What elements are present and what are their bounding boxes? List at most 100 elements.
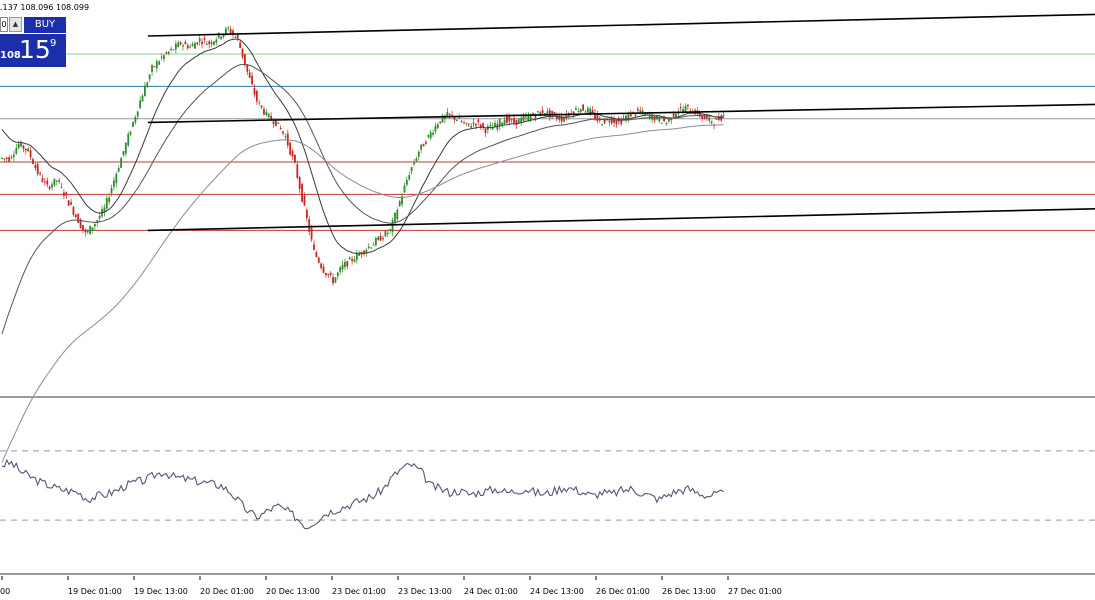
candle-body-248 xyxy=(591,110,594,112)
candle-body-165 xyxy=(394,212,396,222)
candle-body-279 xyxy=(665,122,668,124)
candle-body-142 xyxy=(339,267,342,273)
candle-body-66 xyxy=(158,61,161,65)
candles xyxy=(1,25,725,286)
candle-body-298 xyxy=(710,121,713,123)
price-fraction: 9 xyxy=(50,38,57,49)
candle-body-164 xyxy=(391,220,394,233)
candle-body-157 xyxy=(375,237,377,245)
candle-body-90 xyxy=(215,39,218,43)
ohlc-readout: .137 108.096 108.099 xyxy=(0,3,90,12)
candle-body-105 xyxy=(251,75,253,85)
candle-body-75 xyxy=(179,42,182,45)
lot-size-field[interactable]: 0 xyxy=(0,17,8,32)
candle-body-196 xyxy=(467,123,470,125)
candle-body-123 xyxy=(294,155,296,163)
candle-body-23 xyxy=(55,180,58,182)
candle-body-91 xyxy=(217,32,220,38)
candle-body-163 xyxy=(389,229,392,231)
candle-body-183 xyxy=(436,124,439,128)
candle-body-17 xyxy=(41,178,44,182)
candle-body-140 xyxy=(334,277,337,283)
candle-body-175 xyxy=(417,151,420,157)
candle-body-107 xyxy=(255,90,258,102)
candle-body-150 xyxy=(358,253,361,256)
candle-body-138 xyxy=(329,272,332,275)
candle-body-133 xyxy=(317,257,320,263)
price-chart[interactable]: 00 19 Dec 01:00 19 Dec 13:00 20 Dec 01:00 20… xyxy=(0,0,1095,600)
candle-body-242 xyxy=(577,111,580,113)
candle-body-28 xyxy=(67,200,70,206)
candle-body-181 xyxy=(432,132,434,135)
candle-body-18 xyxy=(43,181,46,183)
candle-body-80 xyxy=(191,43,194,47)
candle-body-147 xyxy=(351,258,353,261)
candle-body-144 xyxy=(344,261,346,268)
candle-body-224 xyxy=(534,115,537,118)
x-tick-label-7: 24 Dec 01:00 xyxy=(464,587,518,596)
candle-body-288 xyxy=(686,104,689,107)
candle-body-189 xyxy=(451,114,454,116)
trade-widget-top-row: 0 ▲ BUY xyxy=(0,16,66,34)
candle-body-67 xyxy=(160,56,163,58)
candle-body-57 xyxy=(136,111,139,117)
candle-body-194 xyxy=(463,122,465,124)
x-tick-label-6: 23 Dec 13:00 xyxy=(398,587,452,596)
x-tick-label-10: 26 Dec 13:00 xyxy=(662,587,716,596)
candle-body-96 xyxy=(229,29,232,34)
candle-body-169 xyxy=(403,185,406,193)
candle-body-250 xyxy=(596,113,599,121)
candle-body-161 xyxy=(384,230,387,237)
x-tick-label-9: 26 Dec 01:00 xyxy=(596,587,650,596)
candle-body-146 xyxy=(348,257,351,260)
buy-button[interactable]: BUY xyxy=(24,17,66,33)
candle-body-177 xyxy=(422,144,425,147)
main-price-pane[interactable] xyxy=(0,13,1095,463)
lot-up-arrow-icon[interactable]: ▲ xyxy=(9,17,22,32)
candle-body-173 xyxy=(413,162,415,165)
candle-body-87 xyxy=(208,41,211,45)
candle-body-137 xyxy=(327,273,330,276)
candle-body-65 xyxy=(155,61,158,69)
candle-body-44 xyxy=(105,198,108,209)
candle-body-139 xyxy=(332,277,334,284)
one-click-trade-widget[interactable]: 0 ▲ BUY 108 15 9 xyxy=(0,16,66,67)
x-tick-label-8: 24 Dec 13:00 xyxy=(530,587,584,596)
candle-body-83 xyxy=(198,38,201,42)
candle-body-203 xyxy=(484,128,487,134)
candle-body-38 xyxy=(91,227,94,231)
candle-body-49 xyxy=(117,168,120,172)
candle-body-213 xyxy=(508,116,511,122)
trendline-2[interactable] xyxy=(147,208,1095,232)
x-tick-label-2: 19 Dec 13:00 xyxy=(134,587,188,596)
candle-body-197 xyxy=(470,125,473,128)
candle-body-4 xyxy=(10,157,13,159)
rsi-indicator-pane[interactable] xyxy=(0,450,1095,530)
candle-body-268 xyxy=(639,110,642,112)
candle-body-124 xyxy=(296,164,299,178)
candle-body-179 xyxy=(427,134,430,138)
time-axis: 00 19 Dec 01:00 19 Dec 13:00 20 Dec 01:00 20… xyxy=(0,576,782,596)
candle-body-195 xyxy=(465,122,468,124)
candle-body-127 xyxy=(303,195,306,206)
candle-body-22 xyxy=(53,178,56,186)
candle-body-174 xyxy=(415,158,418,162)
candle-body-219 xyxy=(522,116,525,121)
candle-body-156 xyxy=(372,244,375,246)
candle-body-104 xyxy=(248,72,251,78)
candle-body-37 xyxy=(89,225,92,235)
candle-body-47 xyxy=(113,180,115,188)
candle-body-126 xyxy=(301,183,303,202)
trendline-0[interactable] xyxy=(147,13,1095,37)
candle-body-108 xyxy=(258,102,261,104)
candle-body-106 xyxy=(253,87,256,95)
buy-price-button[interactable]: 108 15 9 xyxy=(0,34,66,67)
candle-body-285 xyxy=(679,107,682,109)
candle-body-130 xyxy=(310,227,313,240)
candle-body-274 xyxy=(653,116,656,121)
candle-body-143 xyxy=(341,264,344,270)
candle-body-205 xyxy=(489,124,492,127)
candle-body-32 xyxy=(77,213,80,224)
candle-body-89 xyxy=(213,41,215,45)
candle-body-88 xyxy=(210,42,213,44)
